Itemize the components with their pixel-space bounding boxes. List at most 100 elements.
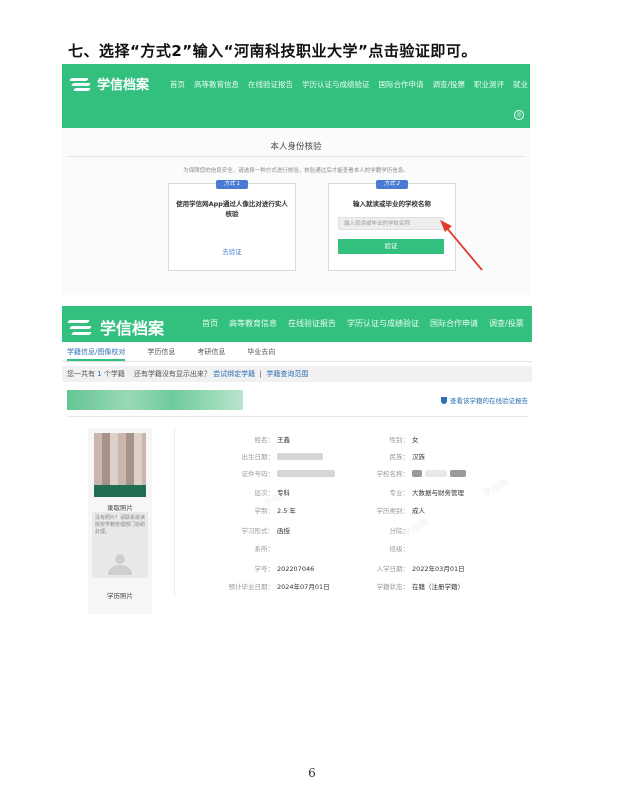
tab-graduation-destination[interactable]: 毕业去向 (247, 342, 275, 361)
field-value: 2024年07月01日 (277, 583, 330, 591)
nav-career-test[interactable]: 职业测评 (474, 79, 504, 90)
site-logo-text: 学信档案 (97, 78, 150, 93)
security-notice: 为保障您的信息安全，请选择一种方式进行核验，核验通过后才能查看本人的学籍学历信息… (183, 168, 409, 174)
query-scope-link[interactable]: 学籍查询范围 (266, 370, 308, 378)
field-label: 学历类别： (376, 507, 410, 515)
field-class: 班级： (339, 543, 412, 553)
nav-certification[interactable]: 学历认证与成绩验证 (302, 79, 370, 90)
sub-nav: 学籍信息/图像校对 学历信息 考研信息 毕业去向 (62, 342, 532, 362)
nav-employment[interactable]: 就业 (513, 79, 528, 90)
redacted-value (450, 470, 466, 477)
watermark: 学信网 (401, 518, 431, 540)
page-number: 6 (308, 766, 316, 780)
field-birth-date: 出生日期： (174, 451, 323, 461)
nav-survey[interactable]: 调查/投票 (489, 318, 524, 329)
count-suffix: 个学籍 (103, 370, 125, 378)
field-student-id: 学号： 202207046 (174, 563, 315, 573)
diploma-photo-caption: 学历照片 (107, 592, 133, 600)
watermark: 学信网 (481, 478, 511, 500)
site-logo-text: 学信档案 (100, 319, 165, 338)
site-header: 学信档案 首页 高等教育信息 在线验证报告 学历认证与成绩验证 国际合作申请 调… (62, 306, 532, 342)
field-name: 姓名： 王鑫 (174, 434, 291, 444)
field-value: 汉族 (412, 453, 425, 461)
tab-enrollment-info[interactable]: 学籍信息/图像校对 (67, 342, 126, 361)
field-expected-graduation: 预计毕业日期： 2024年07月01日 (174, 581, 330, 591)
book-logo-icon (66, 318, 94, 336)
nav-survey[interactable]: 调查/投票 (433, 79, 466, 90)
divider (68, 156, 524, 157)
nav-online-report[interactable]: 在线验证报告 (248, 79, 293, 90)
link-separator: | (259, 370, 262, 378)
field-value: 女 (412, 436, 419, 444)
nav-international[interactable]: 国际合作申请 (379, 79, 424, 90)
nav-home[interactable]: 首页 (170, 79, 185, 90)
field-ethnicity: 民族： 汉族 (339, 451, 426, 461)
field-enrollment-date: 入学日期： 2022年03月01日 (339, 563, 465, 573)
site-header: 学信档案 首页 高等教育信息 在线验证报告 学历认证与成绩验证 国际合作申请 调… (62, 64, 530, 128)
settings-icon[interactable]: ◎ (514, 110, 524, 120)
nav-home[interactable]: 首页 (202, 318, 218, 329)
view-report-link[interactable]: 查看该学籍的在线验证报告 (441, 395, 528, 405)
field-department: 系所： (174, 543, 277, 553)
field-value: 王鑫 (277, 436, 290, 444)
verify-button[interactable]: 验证 (338, 239, 444, 254)
tab-postgraduate-info[interactable]: 考研信息 (197, 342, 225, 361)
nav-certification[interactable]: 学历认证与成绩验证 (347, 318, 419, 329)
no-photo-text: 没有照片？请联系就读院校学籍管理部门协助处理。 (95, 515, 146, 535)
student-record-screenshot: 学信档案 首页 高等教育信息 在线验证报告 学历认证与成绩验证 国际合作申请 调… (62, 306, 532, 614)
nav-higher-education[interactable]: 高等教育信息 (229, 318, 277, 329)
field-education-type: 学历类别： 成人 (339, 505, 426, 515)
field-label: 学校名称： (376, 470, 410, 478)
book-logo-icon (68, 76, 92, 92)
field-value: 成人 (412, 507, 425, 515)
field-label: 层次： (254, 489, 275, 497)
verification-panel (62, 128, 530, 294)
count-number: 1 (97, 370, 102, 378)
bind-enrollment-link[interactable]: 尝试绑定学籍 (213, 370, 255, 378)
divider (67, 416, 529, 417)
site-logo[interactable]: 学信档案 (66, 315, 164, 339)
redacted-value (277, 470, 335, 477)
school-name-input[interactable]: 输入就读或毕业的学校名称 (338, 217, 444, 230)
panel-title: 本人身份核验 (270, 142, 322, 152)
field-label: 班级： (389, 545, 410, 553)
admission-photo-pixelated (94, 433, 146, 497)
field-value: 大数据与财务管理 (412, 489, 464, 497)
field-value: 函授 (277, 527, 290, 535)
field-label: 证件号码： (241, 470, 275, 478)
photo-column: 录取照片 没有照片？请联系就读院校学籍管理部门协助处理。 学历照片 (88, 428, 152, 614)
main-nav: 首页 高等教育信息 在线验证报告 学历认证与成绩验证 国际合作申请 调查/投票 (202, 318, 524, 329)
redacted-value (412, 470, 422, 477)
admission-photo-caption: 录取照片 (107, 504, 133, 512)
no-photo-placeholder: 没有照片？请联系就读院校学籍管理部门协助处理。 (92, 512, 148, 578)
field-label: 学号： (254, 565, 275, 573)
redacted-value (277, 453, 323, 460)
field-label: 系所： (254, 545, 275, 553)
redacted-value (425, 470, 447, 477)
tab-degree-info[interactable]: 学历信息 (147, 342, 175, 361)
nav-international[interactable]: 国际合作申请 (430, 318, 478, 329)
option-1-title: 使用学信网App通过人像比对进行实人核验 (176, 200, 288, 218)
site-logo[interactable]: 学信档案 (68, 74, 149, 93)
field-value: 202207046 (277, 565, 315, 573)
count-prefix: 您一共有 (67, 370, 95, 378)
field-value: 2.5 年 (277, 507, 296, 515)
field-value: 2022年03月01日 (412, 565, 465, 573)
option-2-card: 方式 2 输入就读或毕业的学校名称 输入就读或毕业的学校名称 验证 (328, 180, 456, 271)
instruction-heading: 七、选择“方式2”输入“河南科技职业大学”点击验证即可。 (68, 42, 477, 60)
option-2-badge: 方式 2 (376, 180, 408, 189)
field-label: 姓名： (254, 436, 275, 444)
school-name-banner-redacted (67, 390, 243, 410)
field-duration: 学制： 2.5 年 (174, 505, 296, 515)
field-status: 学籍状态： 在籍（注册学籍） (339, 581, 465, 591)
field-label: 学习形式： (241, 527, 275, 535)
field-label: 学籍状态： (376, 583, 410, 591)
field-label: 入学日期： (376, 565, 410, 573)
nav-higher-education[interactable]: 高等教育信息 (194, 79, 239, 90)
field-label: 出生日期： (241, 453, 275, 461)
go-verify-link[interactable]: 去验证 (169, 246, 295, 256)
nav-online-report[interactable]: 在线验证报告 (288, 318, 336, 329)
field-label: 专业： (389, 489, 410, 497)
field-school-name: 学校名称： (339, 468, 466, 478)
main-nav: 首页 高等教育信息 在线验证报告 学历认证与成绩验证 国际合作申请 调查/投票 … (170, 79, 528, 90)
